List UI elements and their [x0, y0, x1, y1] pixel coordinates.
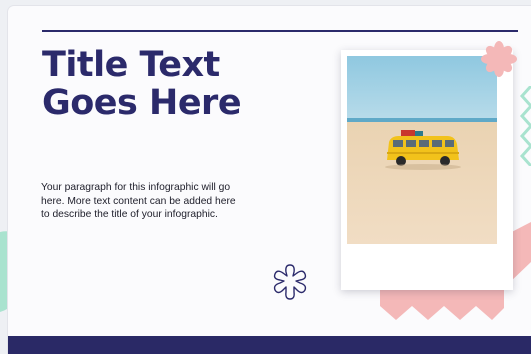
pink-flower-icon: [481, 41, 517, 77]
paragraph-line-3: to describe the title of your infographi…: [41, 209, 218, 220]
footer-band: [8, 336, 531, 354]
flower-outline-icon: [273, 264, 307, 300]
beach-photo: [347, 56, 497, 244]
paragraph: Your paragraph for this infographic will…: [41, 181, 311, 222]
paragraph-line-2: here. More text content can be added her…: [41, 195, 236, 207]
page-title: Title Text Goes Here: [42, 45, 242, 123]
paragraph-line-1: Your paragraph for this infographic will…: [41, 182, 231, 193]
title-line-2: Goes Here: [42, 83, 242, 123]
beach-van-image: [347, 56, 497, 244]
slide-card: Title Text Goes Here Your paragraph for …: [8, 6, 531, 354]
slide-page: Title Text Goes Here Your paragraph for …: [0, 0, 531, 354]
mint-zigzag-decoration: [519, 86, 531, 166]
title-line-1: Title Text: [42, 45, 220, 85]
photo-frame: [341, 50, 513, 290]
top-rule: [42, 30, 518, 32]
